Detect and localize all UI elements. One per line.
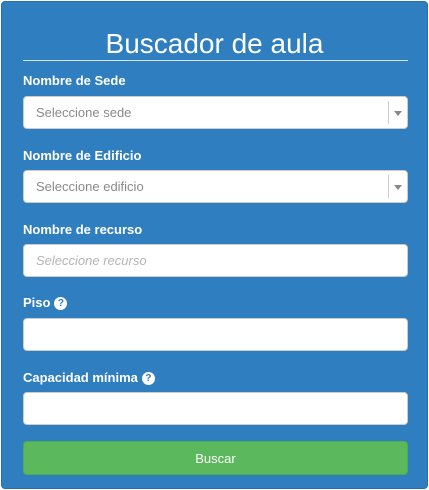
capacidad-input[interactable] — [23, 392, 408, 425]
question-circle-icon[interactable]: ? — [54, 296, 68, 310]
search-panel: Buscador de aula Nombre de Sede Seleccio… — [1, 1, 428, 489]
capacidad-label: Capacidad mínima ? — [23, 370, 155, 386]
title-divider — [23, 60, 408, 61]
sede-label-text: Nombre de Sede — [23, 73, 126, 88]
piso-label-text: Piso — [23, 295, 51, 310]
recurso-input[interactable] — [23, 244, 408, 277]
edificio-select-separator — [388, 175, 389, 198]
recurso-label-text: Nombre de recurso — [23, 222, 143, 237]
form-title: Buscador de aula — [105, 28, 324, 59]
sede-select-separator — [388, 101, 389, 124]
piso-label: Piso ? — [23, 295, 68, 311]
piso-input[interactable] — [23, 318, 408, 351]
edificio-select[interactable]: Seleccione edificio — [23, 170, 408, 203]
recurso-label: Nombre de recurso — [23, 222, 142, 238]
edificio-label: Nombre de Edificio — [23, 148, 141, 164]
edificio-selected-value: Seleccione edificio — [36, 179, 144, 194]
chevron-down-icon — [394, 111, 402, 116]
question-circle-icon[interactable]: ? — [141, 371, 155, 385]
sede-label: Nombre de Sede — [23, 73, 126, 89]
search-button[interactable]: Buscar — [23, 441, 408, 475]
capacidad-label-text: Capacidad mínima — [23, 370, 138, 385]
chevron-down-icon — [394, 185, 402, 190]
sede-select[interactable]: Seleccione sede — [23, 96, 408, 129]
edificio-label-text: Nombre de Edificio — [23, 148, 142, 163]
sede-selected-value: Seleccione sede — [36, 105, 132, 120]
